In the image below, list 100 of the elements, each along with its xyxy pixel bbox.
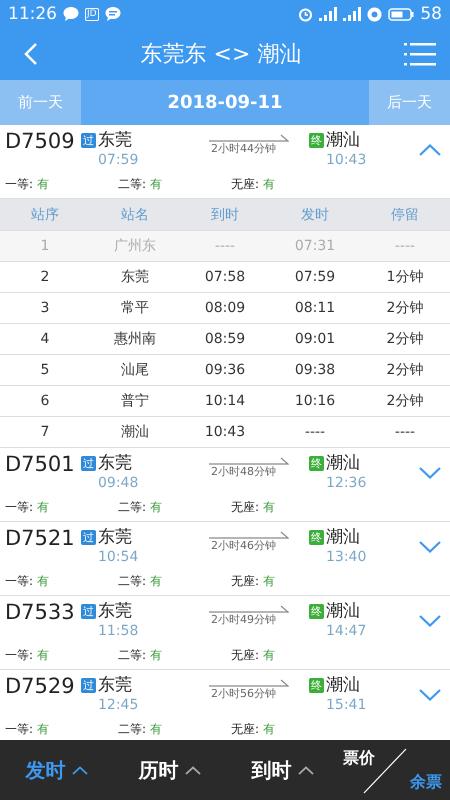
arrival-station: 潮汕 [326, 674, 360, 697]
arrival-station: 潮汕 [326, 600, 360, 623]
train-card[interactable]: D7501 过 东莞 09:48 2小时48分钟 终 潮汕 12:36 一等: 有 二等: 有 无座: 有 [0, 448, 450, 522]
seat-availability: 有 [150, 574, 162, 588]
seat-availability: 有 [262, 500, 275, 514]
train-card[interactable]: D7533 过 东莞 11:58 2小时49分钟 终 潮汕 14:47 一等: 有 二等: 有 无座: 有 [0, 596, 450, 670]
table-cell-text: 1 [40, 238, 50, 254]
seat-class: 一等: [5, 177, 34, 191]
pass-tag: 过 [81, 132, 96, 148]
caret-icon [184, 766, 200, 774]
caret-icon [72, 766, 88, 774]
message-icon [104, 7, 121, 21]
seat-class: 无座: [231, 500, 260, 514]
table-cell-text: 常平 [120, 299, 150, 317]
battery-level: 58 [420, 4, 442, 24]
chevron-icon[interactable] [419, 541, 441, 553]
seat-availability: 有 [36, 500, 49, 514]
table-cell-text: 2分钟 [386, 330, 424, 348]
menu-icon[interactable] [404, 42, 436, 66]
chevron-icon[interactable] [419, 467, 441, 479]
train-number: D7533 [5, 599, 76, 625]
table-cell-text: 2 [40, 269, 50, 285]
back-icon[interactable] [24, 42, 38, 66]
terminal-tag: 终 [309, 132, 324, 148]
departure-station: 东莞 [98, 600, 132, 623]
seat-class: 无座: [231, 648, 260, 662]
table-cell-text: 普宁 [120, 392, 150, 410]
table-cell-text: 5 [40, 362, 50, 378]
chevron-icon[interactable] [419, 689, 441, 701]
signal-icon [343, 7, 362, 21]
seat-availability: 有 [262, 574, 275, 588]
duration: 2小时46分钟 [210, 539, 276, 552]
status-time: 11:26 [8, 4, 57, 24]
seat-availability: 有 [150, 500, 162, 514]
table-cell-text: 09:36 [204, 362, 246, 378]
column-header: 停留 [390, 206, 420, 224]
seat-availability: 有 [150, 722, 162, 736]
table-cell-text: 4 [40, 331, 50, 347]
sort-button[interactable]: 历时 [113, 756, 226, 784]
seat-class: 二等: [118, 177, 146, 191]
train-card[interactable]: D7521 过 东莞 10:54 2小时46分钟 终 潮汕 13:40 一等: 有 二等: 有 无座: 有 [0, 522, 450, 596]
sort-button[interactable]: 到时 [226, 756, 339, 784]
column-header: 站名 [120, 206, 150, 224]
terminal-tag: 终 [309, 604, 324, 618]
table-cell-text: 10:16 [294, 393, 336, 409]
departure-time: 07:59 [97, 152, 140, 169]
departure-time: 10:54 [97, 549, 140, 566]
arrival-time: 13:40 [325, 549, 368, 566]
tickets-sort[interactable]: 余票 [410, 772, 442, 793]
pass-tag: 过 [81, 604, 96, 618]
chat-bubble-icon [63, 7, 79, 21]
seat-class: 二等: [118, 722, 146, 736]
seat-class: 一等: [5, 500, 34, 514]
seat-availability: 有 [36, 177, 49, 191]
app-badge: JD [85, 8, 99, 20]
arrival-time: 12:36 [325, 475, 368, 492]
table-cell-text: ---- [304, 424, 326, 440]
train-number: D7509 [5, 128, 76, 154]
table-cell-text: 1分钟 [386, 268, 424, 286]
arrival-time: 10:43 [325, 152, 368, 169]
train-number: D7529 [5, 673, 76, 699]
sort-button[interactable]: 发时 [0, 756, 113, 784]
table-cell-text: ---- [394, 424, 416, 440]
table-cell-text: 10:43 [204, 424, 246, 440]
pass-tag: 过 [81, 530, 96, 544]
table-cell-text: 10:14 [204, 393, 246, 409]
chevron-icon[interactable] [419, 144, 441, 156]
arrival-time: 15:41 [325, 697, 368, 714]
seat-class: 无座: [231, 177, 260, 191]
duration: 2小时44分钟 [210, 142, 276, 155]
battery-icon [388, 8, 414, 20]
page-title: 东莞东 <> 潮汕 [140, 41, 302, 69]
departure-time: 12:45 [97, 697, 140, 714]
table-cell-text: 汕尾 [120, 361, 150, 379]
table-cell-text: 广州东 [113, 237, 157, 255]
table-cell-text: 08:11 [294, 300, 336, 316]
chevron-icon[interactable] [419, 615, 441, 627]
arrival-station: 潮汕 [326, 129, 360, 152]
date-label: 2018-09-11 [166, 91, 284, 115]
pass-tag: 过 [81, 456, 96, 470]
alarm-icon [298, 6, 314, 22]
seat-class: 无座: [231, 574, 260, 588]
column-header: 到时 [210, 206, 240, 224]
seat-class: 二等: [118, 574, 146, 588]
seat-availability: 有 [36, 648, 49, 662]
seat-class: 无座: [231, 722, 260, 736]
departure-time: 11:58 [97, 623, 140, 640]
pass-tag: 过 [81, 678, 96, 692]
table-cell-text: ---- [394, 238, 416, 254]
seat-availability: 有 [262, 648, 275, 662]
table-cell-text: 潮汕 [120, 423, 150, 441]
arrival-time: 14:47 [325, 623, 368, 640]
duration: 2小时49分钟 [210, 613, 276, 626]
price-sort[interactable]: 票价 [343, 748, 375, 769]
seat-class: 二等: [118, 500, 146, 514]
table-cell-text: 07:31 [294, 238, 336, 254]
departure-station: 东莞 [98, 129, 132, 152]
seat-availability: 有 [36, 722, 49, 736]
seat-class: 一等: [5, 648, 34, 662]
app-icon [367, 6, 382, 22]
